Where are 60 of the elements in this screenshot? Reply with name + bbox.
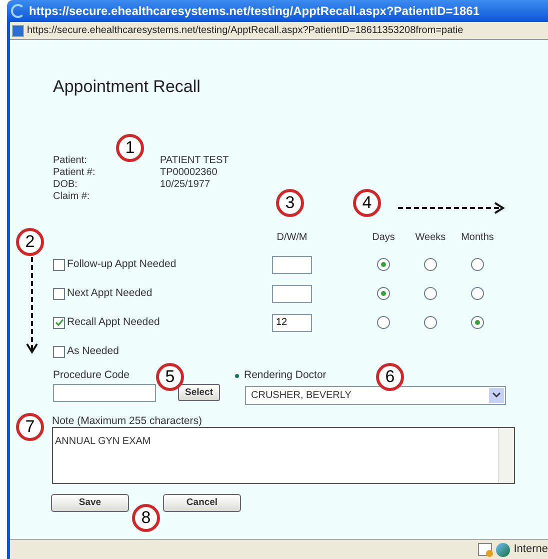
dashed-arrow-icon bbox=[397, 202, 507, 214]
callout-number: 4 bbox=[353, 189, 381, 217]
checkbox[interactable] bbox=[53, 316, 65, 328]
field-label: Note (Maximum 255 characters) bbox=[52, 414, 203, 427]
radio-button[interactable] bbox=[377, 316, 390, 329]
field-label: Claim #: bbox=[53, 191, 91, 203]
callout-number: 1 bbox=[116, 134, 144, 162]
column-header: Days bbox=[371, 230, 396, 244]
callout-number: 2 bbox=[16, 228, 44, 256]
column-header: Months bbox=[460, 230, 495, 244]
amount-field[interactable] bbox=[272, 284, 312, 302]
checkbox[interactable] bbox=[53, 288, 65, 300]
radio-button[interactable] bbox=[471, 258, 484, 271]
checkbox[interactable] bbox=[53, 258, 65, 270]
field-label: Patient: bbox=[53, 155, 88, 167]
zone-text: Interne bbox=[514, 542, 548, 558]
radio-button[interactable] bbox=[471, 287, 484, 300]
url-text: https://secure.ehealthcaresystems.net/testing/ApptRecall.aspx?PatientID=18611353208from=patie bbox=[27, 24, 464, 38]
checkbox-label: Follow-up Appt Needed bbox=[67, 256, 176, 272]
column-header: D/W/M bbox=[276, 230, 308, 244]
callout-number: 3 bbox=[276, 189, 304, 217]
checkbox-label: Recall Appt Needed bbox=[67, 314, 160, 330]
radio-button[interactable] bbox=[377, 287, 390, 300]
dashed-arrow-icon bbox=[26, 256, 38, 356]
page-icon bbox=[12, 24, 24, 36]
checkbox-label: Next Appt Needed bbox=[67, 286, 152, 301]
amount-field[interactable]: 12 bbox=[272, 314, 312, 332]
note-textarea[interactable]: ANNUAL GYN EXAM bbox=[52, 426, 515, 484]
warning-page-icon bbox=[478, 543, 492, 556]
callout-number: 8 bbox=[132, 504, 160, 532]
radio-button[interactable] bbox=[377, 258, 390, 271]
callout-number: 5 bbox=[156, 363, 184, 391]
scrollbar[interactable] bbox=[498, 428, 514, 483]
address-bar[interactable]: https://secure.ehealthcaresystems.net/testing/ApptRecall.aspx?PatientID=18611353208from=patie bbox=[10, 22, 548, 40]
dialog-heading: Appointment Recall bbox=[53, 78, 202, 95]
rendering-doctor-dropdown[interactable]: CRUSHER, BEVERLY bbox=[245, 386, 506, 405]
procedure-code-field[interactable] bbox=[53, 384, 156, 402]
radio-button[interactable] bbox=[424, 287, 437, 300]
field-label: Procedure Code bbox=[53, 368, 130, 383]
callout-number: 6 bbox=[376, 363, 404, 391]
field-label: Rendering Doctor bbox=[244, 368, 326, 383]
radio-button[interactable] bbox=[424, 316, 437, 329]
save-button[interactable]: Save bbox=[51, 494, 129, 512]
field-value: 10/25/1977 bbox=[160, 179, 212, 191]
radio-button[interactable] bbox=[471, 316, 484, 329]
globe-icon bbox=[496, 542, 510, 556]
select-button[interactable]: Select bbox=[178, 384, 220, 402]
checkbox[interactable] bbox=[53, 346, 65, 358]
radio-button[interactable] bbox=[424, 258, 437, 271]
column-header: Weeks bbox=[414, 230, 447, 244]
field-value: PATIENT TEST bbox=[160, 155, 229, 167]
callout-number: 7 bbox=[16, 413, 44, 441]
window-title: https://secure.ehealthcaresystems.net/testing/ApptRecall.aspx?PatientID=1861 bbox=[29, 3, 480, 20]
checkbox-label: As Needed bbox=[67, 344, 119, 359]
amount-field[interactable] bbox=[272, 256, 312, 274]
cancel-button[interactable]: Cancel bbox=[163, 494, 241, 512]
field-label: Patient #: bbox=[53, 167, 96, 179]
field-label: DOB: bbox=[53, 179, 78, 191]
field-value: TP00002360 bbox=[160, 167, 218, 179]
browser-logo-icon bbox=[11, 4, 25, 18]
